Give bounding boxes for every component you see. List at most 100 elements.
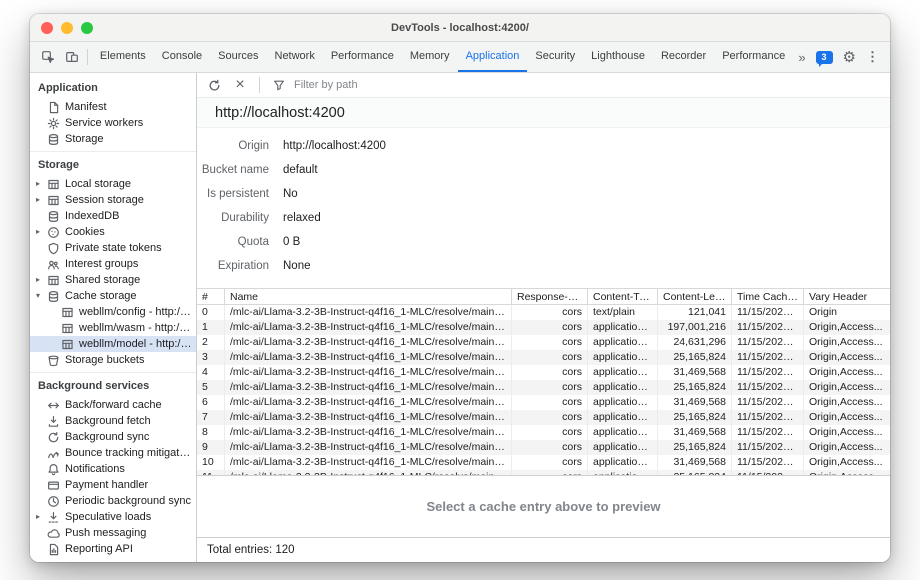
section-header-storage: Storage <box>30 155 196 176</box>
kebab-menu-icon[interactable] <box>866 48 879 66</box>
cache-entry-row[interactable]: 2/mlc-ai/Llama-3.2-3B-Instruct-q4f16_1-M… <box>197 335 890 350</box>
column-header-content-type[interactable]: Content-Type <box>588 289 658 304</box>
tab-sources[interactable]: Sources <box>210 42 266 72</box>
cell-time-cached: 11/15/2024, 10... <box>732 380 804 395</box>
cache-entry-row[interactable]: 8/mlc-ai/Llama-3.2-3B-Instruct-q4f16_1-M… <box>197 425 890 440</box>
settings-gear-icon[interactable] <box>843 48 856 67</box>
cell-content-type: application/oc... <box>588 440 658 455</box>
tab-memory[interactable]: Memory <box>402 42 458 72</box>
column-header-num[interactable]: # <box>197 289 225 304</box>
devtools-tabs: ElementsConsoleSourcesNetworkPerformance… <box>92 42 787 72</box>
tab-label: Recorder <box>661 50 706 62</box>
titlebar: DevTools - localhost:4200/ <box>30 14 890 42</box>
cell-content-type: application/oc... <box>588 395 658 410</box>
column-header-vary-header[interactable]: Vary Header <box>804 289 890 304</box>
sidebar-item-speculative-loads[interactable]: Speculative loads <box>30 509 196 525</box>
sidebar-item-manifest[interactable]: Manifest <box>30 99 196 115</box>
sidebar-item-label: Private state tokens <box>65 242 166 254</box>
sidebar-item-label: Storage <box>65 133 108 145</box>
sidebar-item-background-fetch[interactable]: Background fetch <box>30 413 196 429</box>
panel-toolbar-separator <box>259 77 260 93</box>
sidebar-item-indexeddb[interactable]: IndexedDB <box>30 208 196 224</box>
inspect-element-icon[interactable] <box>37 46 59 68</box>
table-icon <box>47 274 61 287</box>
sidebar-item-webllm-model-http-loc[interactable]: webllm/model - http://loc... <box>30 336 196 352</box>
detail-label: Expiration <box>197 260 269 272</box>
sidebar-item-storage-buckets[interactable]: Storage buckets <box>30 352 196 368</box>
sidebar-item-cookies[interactable]: Cookies <box>30 224 196 240</box>
sidebar-item-storage[interactable]: Storage <box>30 131 196 147</box>
sidebar-item-notifications[interactable]: Notifications <box>30 461 196 477</box>
column-header-time-cached[interactable]: Time Cached <box>732 289 804 304</box>
fetch-icon <box>47 415 61 428</box>
cache-entry-row[interactable]: 0/mlc-ai/Llama-3.2-3B-Instruct-q4f16_1-M… <box>197 305 890 320</box>
cell-name: /mlc-ai/Llama-3.2-3B-Instruct-q4f16_1-ML… <box>225 425 512 440</box>
cache-entry-row[interactable]: 9/mlc-ai/Llama-3.2-3B-Instruct-q4f16_1-M… <box>197 440 890 455</box>
tab-application[interactable]: Application <box>458 42 528 72</box>
cache-entry-row[interactable]: 3/mlc-ai/Llama-3.2-3B-Instruct-q4f16_1-M… <box>197 350 890 365</box>
cache-entry-row[interactable]: 10/mlc-ai/Llama-3.2-3B-Instruct-q4f16_1-… <box>197 455 890 470</box>
tab-console[interactable]: Console <box>154 42 210 72</box>
cell-time-cached: 11/15/2024, 10... <box>732 350 804 365</box>
sidebar-item-back-forward-cache[interactable]: Back/forward cache <box>30 397 196 413</box>
detail-value: None <box>283 260 311 272</box>
cache-entry-row[interactable]: 5/mlc-ai/Llama-3.2-3B-Instruct-q4f16_1-M… <box>197 380 890 395</box>
sidebar-item-session-storage[interactable]: Session storage <box>30 192 196 208</box>
refresh-icon[interactable] <box>203 74 225 96</box>
cell-name: /mlc-ai/Llama-3.2-3B-Instruct-q4f16_1-ML… <box>225 305 512 320</box>
sidebar-item-service-workers[interactable]: Service workers <box>30 115 196 131</box>
cell-content-type: application/oc... <box>588 455 658 470</box>
sidebar-item-cache-storage[interactable]: Cache storage <box>30 288 196 304</box>
tab-elements[interactable]: Elements <box>92 42 154 72</box>
tab-performance-insights[interactable]: Performance insights <box>714 42 787 72</box>
chevron-right-icon[interactable] <box>36 272 47 288</box>
sidebar-item-bounce-tracking-mitigations[interactable]: Bounce tracking mitigations <box>30 445 196 461</box>
tab-label: Security <box>535 50 575 62</box>
column-header-response-type[interactable]: Response-Type <box>512 289 588 304</box>
cache-entry-row[interactable]: 1/mlc-ai/Llama-3.2-3B-Instruct-q4f16_1-M… <box>197 320 890 335</box>
sidebar-item-background-sync[interactable]: Background sync <box>30 429 196 445</box>
cell-content-type: application/oc... <box>588 425 658 440</box>
cell-content-length: 24,631,296 <box>658 335 732 350</box>
close-window-button[interactable] <box>41 22 53 34</box>
sidebar-item-local-storage[interactable]: Local storage <box>30 176 196 192</box>
column-header-content-length[interactable]: Content-Length <box>658 289 732 304</box>
column-header-name[interactable]: Name <box>225 289 512 304</box>
sidebar-item-periodic-background-sync[interactable]: Periodic background sync <box>30 493 196 509</box>
sidebar-item-interest-groups[interactable]: Interest groups <box>30 256 196 272</box>
sidebar-item-reporting-api[interactable]: Reporting API <box>30 541 196 557</box>
tab-network[interactable]: Network <box>267 42 323 72</box>
devtools-toolbar: ElementsConsoleSourcesNetworkPerformance… <box>30 42 890 73</box>
console-messages-badge[interactable]: 3 <box>816 51 833 64</box>
tab-performance[interactable]: Performance <box>323 42 402 72</box>
tab-security[interactable]: Security <box>527 42 583 72</box>
more-tabs-chevron-icon[interactable]: » <box>798 50 805 65</box>
chevron-right-icon[interactable] <box>36 192 47 208</box>
delete-entry-icon[interactable] <box>229 74 251 96</box>
sidebar-item-shared-storage[interactable]: Shared storage <box>30 272 196 288</box>
cell-time-cached: 11/15/2024, 10... <box>732 365 804 380</box>
zoom-window-button[interactable] <box>81 22 93 34</box>
cache-entry-row[interactable]: 6/mlc-ai/Llama-3.2-3B-Instruct-q4f16_1-M… <box>197 395 890 410</box>
cache-entry-row[interactable]: 4/mlc-ai/Llama-3.2-3B-Instruct-q4f16_1-M… <box>197 365 890 380</box>
sidebar-item-webllm-config-http-loc[interactable]: webllm/config - http://loc... <box>30 304 196 320</box>
tab-recorder[interactable]: Recorder <box>653 42 714 72</box>
device-toolbar-icon[interactable] <box>61 46 83 68</box>
tab-label: Memory <box>410 50 450 62</box>
chevron-right-icon[interactable] <box>36 224 47 240</box>
cache-entry-row[interactable]: 7/mlc-ai/Llama-3.2-3B-Instruct-q4f16_1-M… <box>197 410 890 425</box>
filter-by-path-input[interactable] <box>294 79 444 91</box>
chevron-down-icon[interactable] <box>36 288 47 304</box>
sidebar-item-label: webllm/model - http://loc... <box>79 338 196 350</box>
chevron-right-icon[interactable] <box>36 509 47 525</box>
sidebar-item-payment-handler[interactable]: Payment handler <box>30 477 196 493</box>
sidebar-item-webllm-wasm-http-loca[interactable]: webllm/wasm - http://loca... <box>30 320 196 336</box>
sidebar-item-label: Periodic background sync <box>65 495 195 507</box>
card-icon <box>47 479 61 492</box>
sidebar-item-push-messaging[interactable]: Push messaging <box>30 525 196 541</box>
chevron-right-icon[interactable] <box>36 176 47 192</box>
cell-content-length: 197,001,216 <box>658 320 732 335</box>
minimize-window-button[interactable] <box>61 22 73 34</box>
sidebar-item-private-state-tokens[interactable]: Private state tokens <box>30 240 196 256</box>
tab-lighthouse[interactable]: Lighthouse <box>583 42 653 72</box>
